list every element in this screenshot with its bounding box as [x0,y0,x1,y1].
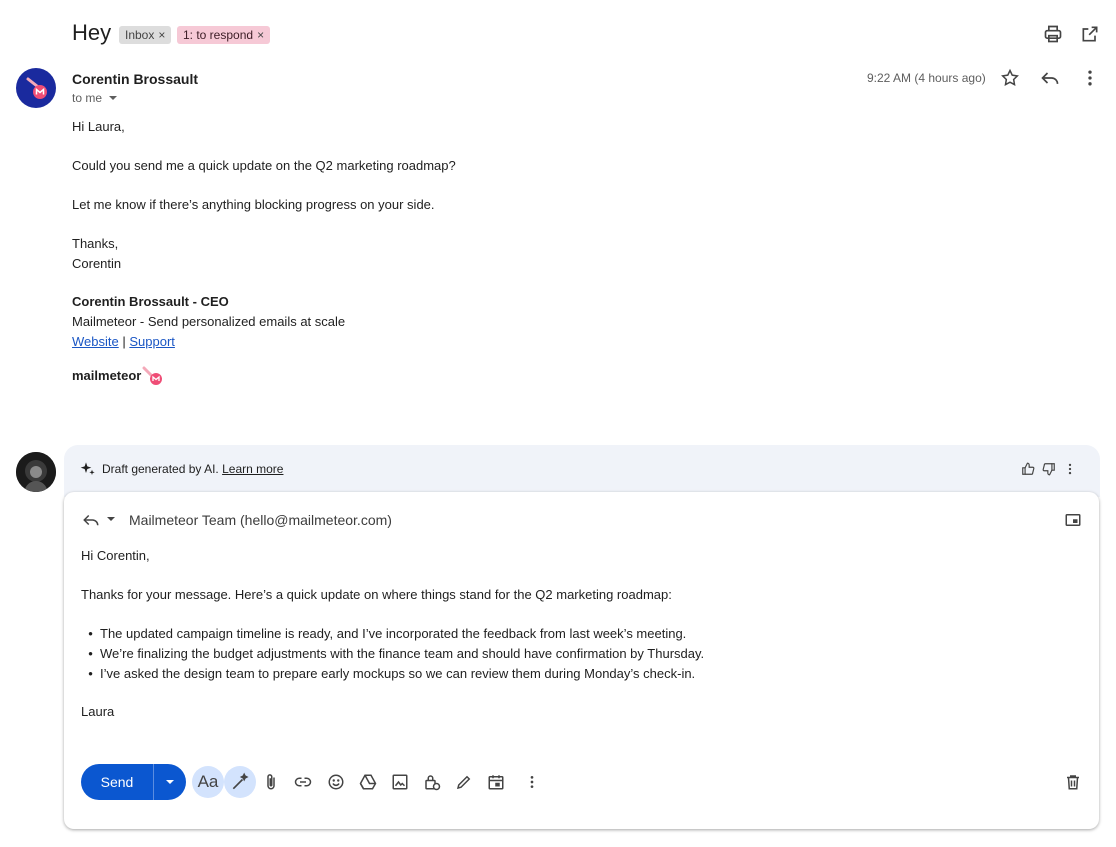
label-inbox[interactable]: Inbox × [119,26,172,44]
schedule-event-icon[interactable] [480,766,512,798]
message-paragraph: Let me know if there’s anything blocking… [72,197,435,212]
chevron-down-icon[interactable] [104,512,118,526]
email-subject: Hey [72,20,112,45]
list-item: • The updated campaign timeline is ready,… [81,626,704,646]
remove-label-icon[interactable]: × [257,26,264,44]
reply-bullet-list[interactable]: • The updated campaign timeline is ready,… [81,626,704,686]
more-vert-icon[interactable] [1079,67,1101,89]
list-item-text: We’re finalizing the budget adjustments … [100,646,705,661]
from-address[interactable]: Mailmeteor Team (hello@mailmeteor.com) [129,512,392,528]
sender-name[interactable]: Corentin Brossault [72,71,198,87]
recipients-text: to me [72,91,103,105]
open-new-window-icon[interactable] [1079,23,1101,45]
signature-name: Corentin Brossault - CEO [72,294,229,309]
print-icon[interactable] [1042,23,1064,45]
sender-avatar[interactable] [16,68,56,108]
learn-more-link[interactable]: Learn more [222,462,283,476]
sparkle-icon [80,461,96,482]
label-to-respond[interactable]: 1: to respond × [177,26,271,44]
attach-file-icon[interactable] [255,766,287,798]
drive-icon[interactable] [352,766,384,798]
label-inbox-text: Inbox [125,28,155,42]
signature-tagline: Mailmeteor - Send personalized emails at… [72,314,346,329]
signature-links: Website | Support [72,334,175,349]
reply-intro[interactable]: Thanks for your message. Here’s a quick … [81,587,672,602]
send-button-group: Send [81,764,186,800]
more-vert-icon[interactable] [1062,461,1078,477]
star-icon[interactable] [999,67,1021,89]
emoji-icon[interactable] [320,766,352,798]
pop-out-icon[interactable] [1063,510,1083,530]
message-timestamp: 9:22 AM (4 hours ago) [867,71,986,85]
insert-photo-icon[interactable] [384,766,416,798]
label-to-respond-text: 1: to respond [183,28,254,42]
thumbs-down-icon[interactable] [1041,461,1057,477]
mailmeteor-logo: mailmeteor [72,362,166,388]
insert-link-icon[interactable] [287,766,319,798]
list-item: • We’re finalizing the budget adjustments… [81,646,704,666]
list-item-text: The updated campaign timeline is ready, … [100,626,687,641]
message-greeting: Hi Laura, [72,119,125,134]
meteor-icon [142,366,163,385]
website-link[interactable]: Website [72,334,119,349]
list-item: • I’ve asked the design team to prepare e… [81,666,704,686]
message-paragraph: Could you send me a quick update on the … [72,158,456,173]
send-button[interactable]: Send [81,764,154,800]
user-avatar[interactable] [16,452,56,492]
ai-draft-notice: Draft generated by AI. Learn more [102,462,283,476]
discard-draft-icon[interactable] [1057,766,1089,798]
chevron-down-icon [166,780,174,784]
chevron-down-icon [109,96,118,100]
formatting-options-button[interactable]: Aa [192,766,224,798]
more-options-icon[interactable] [516,766,548,798]
support-link[interactable]: Support [129,334,175,349]
reply-signoff[interactable]: Laura [81,704,114,719]
ai-draft-text: Draft generated by AI. [102,462,219,476]
thumbs-up-icon[interactable] [1020,461,1036,477]
reply-icon[interactable] [1039,67,1061,89]
signature-pen-icon[interactable] [448,766,480,798]
message-thanks: Thanks, [72,236,119,251]
remove-label-icon[interactable]: × [158,26,165,44]
ai-writing-icon[interactable] [224,766,256,798]
confidential-mode-icon[interactable] [416,766,448,798]
message-signoff: Corentin [72,256,122,271]
list-item-text: I’ve asked the design team to prepare ea… [100,666,696,681]
reply-greeting[interactable]: Hi Corentin, [81,548,150,563]
logo-text: mailmeteor [72,367,142,383]
recipients-toggle[interactable]: to me [72,91,118,105]
reply-type-icon[interactable] [81,510,101,530]
link-separator: | [122,334,126,349]
